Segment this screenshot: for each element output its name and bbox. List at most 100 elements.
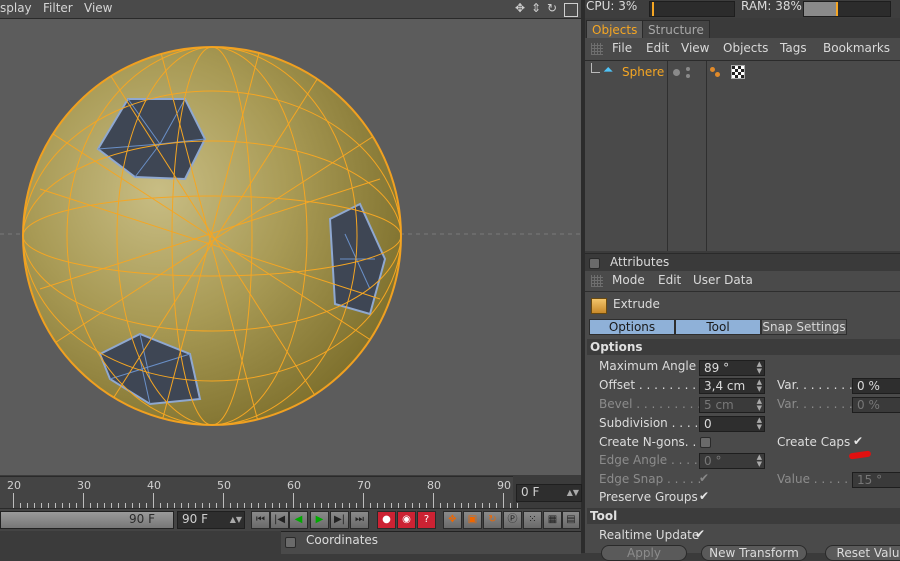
play-icon[interactable]: ▶: [310, 511, 329, 529]
bottom-left-panel: [0, 531, 281, 553]
object-name[interactable]: Sphere: [622, 65, 664, 79]
new-transform-button[interactable]: New Transform: [701, 545, 807, 561]
menu-filter[interactable]: Filter: [43, 1, 73, 15]
keyframe-pla-icon[interactable]: ⁙: [523, 511, 542, 529]
keyframe-move-icon[interactable]: ✥: [443, 511, 462, 529]
menu-view[interactable]: View: [84, 1, 112, 15]
tab-objects[interactable]: Objects: [586, 20, 644, 40]
tick-label: 40: [147, 479, 161, 492]
keyframe-options-icon[interactable]: ▤: [562, 511, 580, 529]
spinner-icon[interactable]: ▲▼: [757, 398, 762, 412]
menu-view[interactable]: View: [681, 41, 709, 55]
bevel-label: Bevel . . . . . . . . . .: [599, 397, 709, 411]
panel-toggle-icon[interactable]: [589, 258, 600, 269]
visibility-render-icon[interactable]: [686, 67, 690, 71]
step-back-icon[interactable]: ◀: [289, 511, 308, 529]
maximize-icon[interactable]: [564, 3, 578, 17]
tool-section-header: Tool: [587, 508, 900, 524]
object-manager-tabs: Objects Structure: [585, 20, 900, 40]
visibility-render-icon[interactable]: [686, 74, 690, 78]
current-frame-field[interactable]: 0 F ▲▼: [516, 484, 582, 502]
menu-tags[interactable]: Tags: [780, 41, 807, 55]
grip-icon[interactable]: [591, 275, 603, 287]
texture-tag-icon[interactable]: [731, 65, 745, 79]
create-ngons-checkbox[interactable]: [700, 437, 711, 448]
phong-tag-icon[interactable]: [715, 72, 720, 77]
keyframe-grid-icon[interactable]: ▦: [543, 511, 562, 529]
var1-field[interactable]: 0 %: [852, 378, 900, 394]
edge-snap-checkbox[interactable]: ✔: [699, 472, 710, 484]
tick-label: 30: [77, 479, 91, 492]
tab-tool[interactable]: Tool: [675, 319, 761, 335]
spinner-icon[interactable]: ▲▼: [757, 454, 762, 468]
menu-display[interactable]: splay: [0, 1, 32, 15]
edge-angle-field[interactable]: 0 ° ▲ ▼: [699, 453, 765, 469]
subdivision-field[interactable]: 0 ▲ ▼: [699, 416, 765, 432]
record-icon[interactable]: ●: [377, 511, 396, 529]
subdivision-label: Subdivision . . . .: [599, 416, 699, 430]
keyframe-param-icon[interactable]: Ⓟ: [503, 511, 522, 529]
panel-toggle-icon[interactable]: [285, 537, 296, 548]
ruler-tick: [293, 493, 294, 509]
coordinates-title: Coordinates: [306, 533, 379, 547]
tab-snap-settings[interactable]: Snap Settings: [761, 319, 847, 335]
tick-label: 20: [7, 479, 21, 492]
step-back-key-icon[interactable]: |◀: [270, 511, 289, 529]
object-row[interactable]: ⏶ Sphere: [585, 63, 900, 81]
spinner-icon[interactable]: ▲▼: [757, 361, 762, 375]
rotate-icon[interactable]: ↻: [547, 1, 557, 15]
scroll-icon[interactable]: ⇕: [531, 1, 541, 15]
menu-user-data[interactable]: User Data: [693, 273, 753, 287]
viewport-menu-bar: splay Filter View ✥ ⇕ ↻: [0, 0, 581, 19]
go-to-end-icon[interactable]: ⏭: [350, 511, 369, 529]
red-annotation-mark: [848, 450, 872, 460]
move-icon[interactable]: ✥: [515, 1, 525, 15]
value-value: 15 °: [857, 473, 883, 487]
keyframe-scale-icon[interactable]: ▣: [463, 511, 482, 529]
keyframe-rotate-icon[interactable]: ↻: [483, 511, 502, 529]
create-caps-checkbox[interactable]: ✔: [853, 435, 864, 447]
grip-icon[interactable]: [591, 43, 603, 55]
end-frame-value: 90 F: [182, 512, 208, 526]
autokey-icon[interactable]: ◉: [397, 511, 416, 529]
attributes-title: Attributes: [610, 255, 670, 269]
spinner-icon[interactable]: ▲▼: [567, 489, 579, 497]
help-icon[interactable]: ?: [417, 511, 436, 529]
visibility-editor-icon[interactable]: [673, 69, 680, 76]
ruler-tick: [13, 493, 14, 509]
max-angle-field[interactable]: 89 ° ▲ ▼: [699, 360, 765, 376]
end-frame-field[interactable]: 90 F ▲▼: [177, 511, 245, 529]
offset-label: Offset . . . . . . . . . .: [599, 378, 712, 392]
tick-label: 50: [217, 479, 231, 492]
edge-snap-label: Edge Snap . . . . .: [599, 472, 702, 486]
tab-options[interactable]: Options: [589, 319, 675, 335]
var2-field[interactable]: 0 %: [852, 397, 900, 413]
column-separator: [706, 61, 707, 251]
spinner-icon[interactable]: ▲▼: [757, 417, 762, 431]
spinner-icon[interactable]: ▲▼: [757, 379, 762, 393]
apply-button[interactable]: Apply: [601, 545, 687, 561]
frame-range-slider[interactable]: 90 F: [0, 511, 174, 529]
offset-field[interactable]: 3,4 cm ▲ ▼: [699, 378, 765, 394]
ram-gauge: [803, 1, 891, 17]
menu-edit[interactable]: Edit: [646, 41, 669, 55]
value-field[interactable]: 15 °: [852, 472, 900, 488]
tick-label: 60: [287, 479, 301, 492]
menu-mode[interactable]: Mode: [612, 273, 645, 287]
menu-file[interactable]: File: [612, 41, 632, 55]
timeline-ruler[interactable]: 20 30 40 50 60 70 80 90: [0, 476, 518, 509]
tick-label: 80: [427, 479, 441, 492]
spinner-icon[interactable]: ▲▼: [230, 516, 242, 524]
viewport-3d[interactable]: [0, 19, 582, 475]
go-to-start-icon[interactable]: ⏮: [251, 511, 270, 529]
step-forward-key-icon[interactable]: ▶|: [330, 511, 349, 529]
bevel-field[interactable]: 5 cm ▲ ▼: [699, 397, 765, 413]
phong-tag-icon[interactable]: [710, 67, 715, 72]
realtime-update-checkbox[interactable]: ✔: [695, 528, 706, 540]
reset-values-button[interactable]: Reset Valu: [825, 545, 900, 561]
menu-edit[interactable]: Edit: [658, 273, 681, 287]
preserve-groups-checkbox[interactable]: ✔: [699, 490, 710, 502]
tab-structure[interactable]: Structure: [642, 20, 710, 40]
menu-objects[interactable]: Objects: [723, 41, 768, 55]
menu-bookmarks[interactable]: Bookmarks: [823, 41, 890, 55]
